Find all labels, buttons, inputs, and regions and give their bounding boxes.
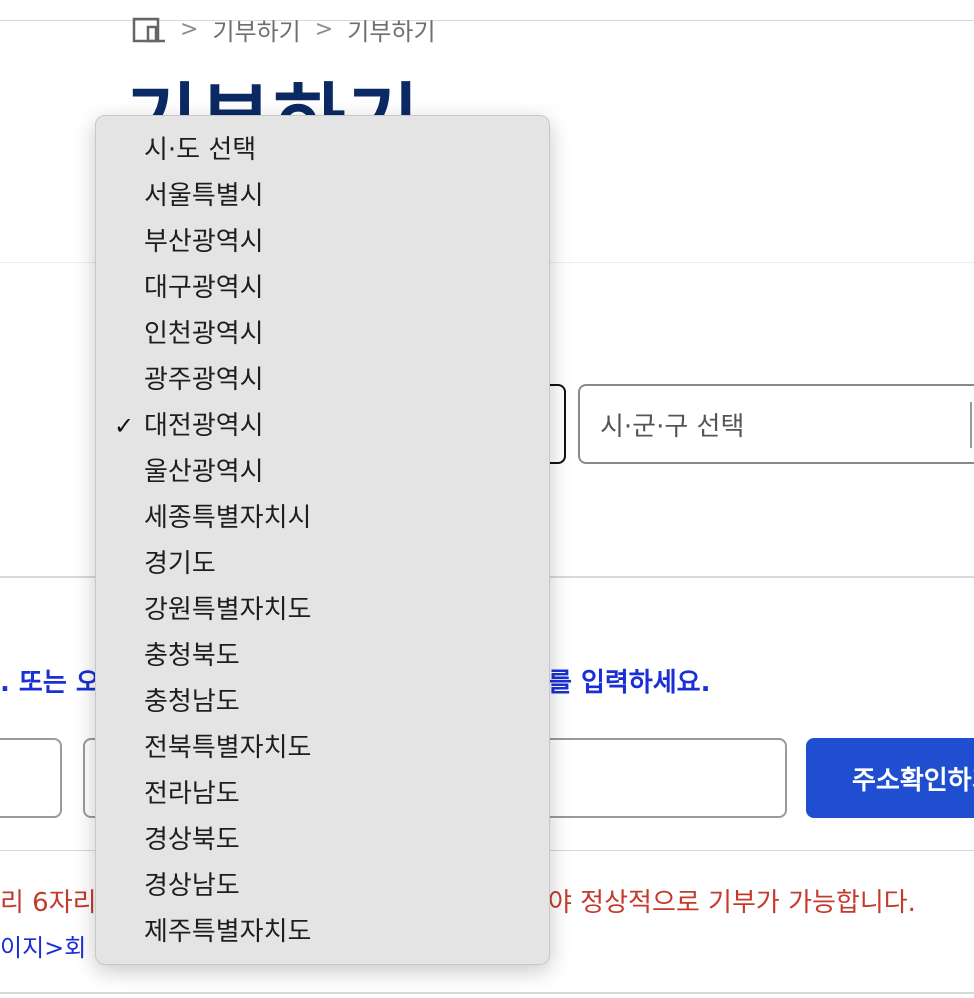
sido-option-label: 대전광역시: [144, 411, 264, 441]
warning-text: 리 6자리: [0, 888, 97, 918]
sido-option-label: 강원특별자치도: [144, 595, 312, 625]
sido-option[interactable]: 울산광역시: [96, 449, 549, 495]
sido-option-label: 광주광역시: [144, 365, 264, 395]
sido-option-label: 인천광역시: [144, 319, 264, 349]
breadcrumb-separator: >: [314, 16, 334, 42]
breadcrumb-separator: >: [180, 16, 199, 42]
sido-option-label: 제주특별자치도: [144, 917, 312, 947]
sido-option-label: 경상북도: [144, 825, 240, 855]
home-icon[interactable]: [132, 15, 166, 43]
sido-option[interactable]: 시·도 선택: [96, 127, 549, 173]
zipcode-input[interactable]: [0, 738, 62, 818]
sido-option-label: 부산광역시: [144, 227, 264, 257]
sido-option[interactable]: 강원특별자치도: [96, 587, 549, 633]
sido-dropdown-menu[interactable]: 시·도 선택 서울특별시 부산광역시 대구광역시 인천광역시 광주광역시 ✓ 대전…: [95, 115, 550, 965]
sido-option-label: 충청북도: [144, 641, 240, 671]
sido-option-label: 울산광역시: [144, 457, 264, 487]
sido-option-selected[interactable]: ✓ 대전광역시: [96, 403, 549, 449]
mypage-link[interactable]: 이지>회: [0, 928, 86, 963]
sido-option[interactable]: 광주광역시: [96, 357, 549, 403]
confirm-address-button[interactable]: 주소확인하기: [806, 738, 974, 818]
sido-option[interactable]: 제주특별자치도: [96, 909, 549, 955]
breadcrumb-item-2[interactable]: 기부하기: [347, 12, 435, 47]
warning-text-end: 야 정상적으로 기부가 가능합니다.: [548, 888, 916, 918]
sido-option[interactable]: 부산광역시: [96, 219, 549, 265]
sido-option[interactable]: 경기도: [96, 541, 549, 587]
select-divider: [970, 402, 972, 448]
sido-option-label: 전북특별자치도: [144, 733, 312, 763]
sido-option[interactable]: 전라남도: [96, 771, 549, 817]
sido-option[interactable]: 서울특별시: [96, 173, 549, 219]
sido-select[interactable]: [548, 384, 566, 464]
sido-option[interactable]: 인천광역시: [96, 311, 549, 357]
sido-option[interactable]: 충청남도: [96, 679, 549, 725]
sido-option-label: 충청남도: [144, 687, 240, 717]
section-divider: [0, 992, 974, 994]
sido-option[interactable]: 전북특별자치도: [96, 725, 549, 771]
address-hint: . 또는 오: [0, 668, 100, 698]
sido-option-label: 전라남도: [144, 779, 240, 809]
breadcrumb-item-1[interactable]: 기부하기: [212, 12, 300, 47]
sido-option-label: 세종특별자치시: [144, 503, 312, 533]
sigungu-placeholder: 시·군·구 선택: [600, 411, 745, 442]
breadcrumb: > 기부하기 > 기부하기: [132, 12, 436, 46]
sido-option-label: 경상남도: [144, 871, 240, 901]
sido-option[interactable]: 경상북도: [96, 817, 549, 863]
sido-option[interactable]: 세종특별자치시: [96, 495, 549, 541]
address-hint-end: 를 입력하세요.: [548, 668, 711, 698]
sido-option-label: 서울특별시: [144, 181, 264, 211]
sido-option-label: 경기도: [144, 549, 216, 579]
checkmark-icon: ✓: [114, 412, 135, 440]
sido-option[interactable]: 경상남도: [96, 863, 549, 909]
sigungu-select[interactable]: 시·군·구 선택: [578, 384, 974, 464]
sido-option[interactable]: 충청북도: [96, 633, 549, 679]
sido-option-label: 대구광역시: [144, 273, 264, 303]
sido-option-label: 시·도 선택: [144, 135, 257, 165]
sido-option[interactable]: 대구광역시: [96, 265, 549, 311]
